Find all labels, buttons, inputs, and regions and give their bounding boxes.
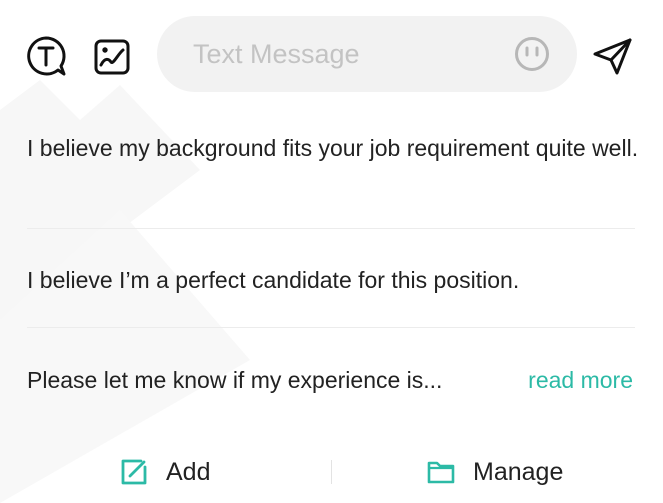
add-label: Add	[166, 457, 211, 486]
message-input-box[interactable]	[157, 16, 577, 92]
image-gallery-icon[interactable]	[90, 35, 134, 79]
phrase-actions-bar: Add Manage	[0, 440, 663, 503]
message-input[interactable]	[193, 36, 493, 72]
divider	[27, 327, 635, 328]
quick-phrase-item[interactable]: I believe my background fits your job re…	[27, 132, 639, 164]
manage-phrases-button[interactable]: Manage	[426, 454, 563, 490]
edit-square-icon	[121, 459, 147, 485]
manage-label: Manage	[473, 457, 564, 486]
divider	[27, 228, 635, 229]
quick-phrase-text: Please let me know if my experience is..…	[27, 367, 443, 393]
quick-phrase-item[interactable]: I believe I’m a perfect candidate for th…	[27, 264, 639, 296]
add-phrase-button[interactable]: Add	[119, 454, 210, 490]
send-icon[interactable]	[590, 36, 636, 76]
folder-icon	[427, 461, 455, 484]
quick-phrase-item[interactable]: Please let me know if my experience is..…	[27, 364, 633, 396]
emoji-icon[interactable]	[514, 36, 550, 72]
composer-toolbar	[0, 0, 663, 108]
read-more-link[interactable]: read more	[528, 364, 633, 396]
text-format-icon[interactable]	[24, 34, 68, 78]
action-separator	[331, 460, 332, 484]
